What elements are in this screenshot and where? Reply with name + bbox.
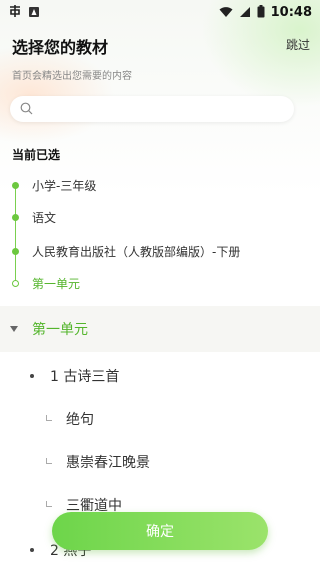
lesson-item[interactable]: 1 古诗三首 <box>30 366 119 386</box>
selected-subject[interactable]: 语文 <box>12 206 56 228</box>
search-icon <box>20 100 33 119</box>
bullet-icon <box>30 374 34 378</box>
caret-down-icon <box>10 326 18 332</box>
skip-button[interactable]: 跳过 <box>286 36 310 53</box>
timeline-line <box>15 184 16 282</box>
branch-icon <box>46 457 52 464</box>
selected-unit-label: 第一单元 <box>32 276 81 291</box>
status-time: 10:48 <box>270 4 312 20</box>
lesson-label: 1 古诗三首 <box>50 369 120 385</box>
branch-icon <box>46 500 52 507</box>
status-bar: 10:48 <box>0 0 320 24</box>
selected-publisher-label: 人民教育出版社（人教版部编版）-下册 <box>32 244 241 259</box>
branch-icon <box>46 414 52 421</box>
timeline-dot <box>12 247 19 255</box>
timeline-dot <box>12 181 19 189</box>
alert-icon <box>28 3 40 22</box>
battery-icon <box>257 3 265 22</box>
signal-icon <box>239 3 251 22</box>
wifi-icon <box>219 3 233 22</box>
selected-subject-label: 语文 <box>32 210 57 225</box>
page-title: 选择您的教材 <box>12 38 109 57</box>
timeline-dot-current <box>12 279 19 287</box>
sub-lesson-item[interactable]: 惠崇春江晚景 <box>46 452 150 472</box>
sub-lesson-label: 绝句 <box>66 412 94 428</box>
bullet-icon <box>30 548 34 552</box>
current-selection-title: 当前已选 <box>12 148 61 162</box>
selected-publisher[interactable]: 人民教育出版社（人教版部编版）-下册 <box>12 240 240 262</box>
unit-header[interactable]: 第一单元 <box>0 306 320 352</box>
page-subtitle: 首页会精选出您需要的内容 <box>12 71 132 82</box>
selected-grade-label: 小学-三年级 <box>32 178 97 193</box>
sub-lesson-item[interactable]: 绝句 <box>46 409 94 429</box>
selected-unit[interactable]: 第一单元 <box>12 272 80 294</box>
confirm-button[interactable]: 确定 <box>52 512 268 550</box>
timeline-dot <box>12 213 19 221</box>
app-notification-icon <box>8 3 22 22</box>
search-input[interactable] <box>10 96 294 122</box>
page-header: 选择您的教材 首页会精选出您需要的内容 跳过 <box>12 34 310 82</box>
selected-grade[interactable]: 小学-三年级 <box>12 174 96 196</box>
sub-lesson-label: 惠崇春江晚景 <box>66 455 150 471</box>
unit-title: 第一单元 <box>32 322 88 338</box>
